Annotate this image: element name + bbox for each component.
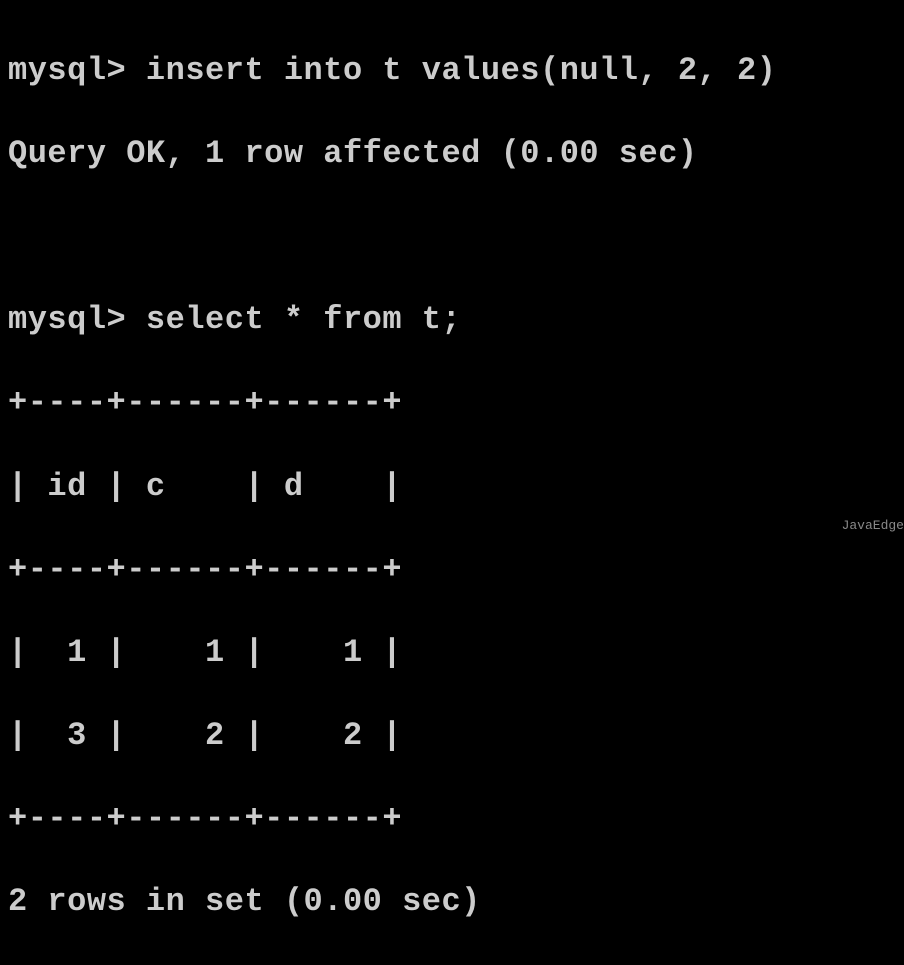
insert-command: insert into t values(null, 2, 2) bbox=[146, 52, 777, 89]
query-response: Query OK, 1 row affected (0.00 sec) bbox=[8, 133, 896, 175]
command-line[interactable]: mysql> insert into t values(null, 2, 2) bbox=[8, 50, 896, 92]
blank-line bbox=[8, 216, 896, 258]
rows-summary: 2 rows in set (0.00 sec) bbox=[8, 881, 896, 923]
watermark: JavaEdge bbox=[842, 518, 904, 535]
table-border: +----+------+------+ bbox=[8, 382, 896, 424]
table-row: | 1 | 1 | 1 | bbox=[8, 632, 896, 674]
command-line[interactable]: mysql> select * from t; bbox=[8, 299, 896, 341]
prompt: mysql> bbox=[8, 301, 126, 338]
table-row: | 3 | 2 | 2 | bbox=[8, 715, 896, 757]
prompt: mysql> bbox=[8, 52, 126, 89]
select-command: select * from t; bbox=[146, 301, 461, 338]
table-header: | id | c | d | bbox=[8, 466, 896, 508]
terminal-output: mysql> insert into t values(null, 2, 2) … bbox=[8, 8, 896, 965]
table-border: +----+------+------+ bbox=[8, 798, 896, 840]
table-border: +----+------+------+ bbox=[8, 549, 896, 591]
